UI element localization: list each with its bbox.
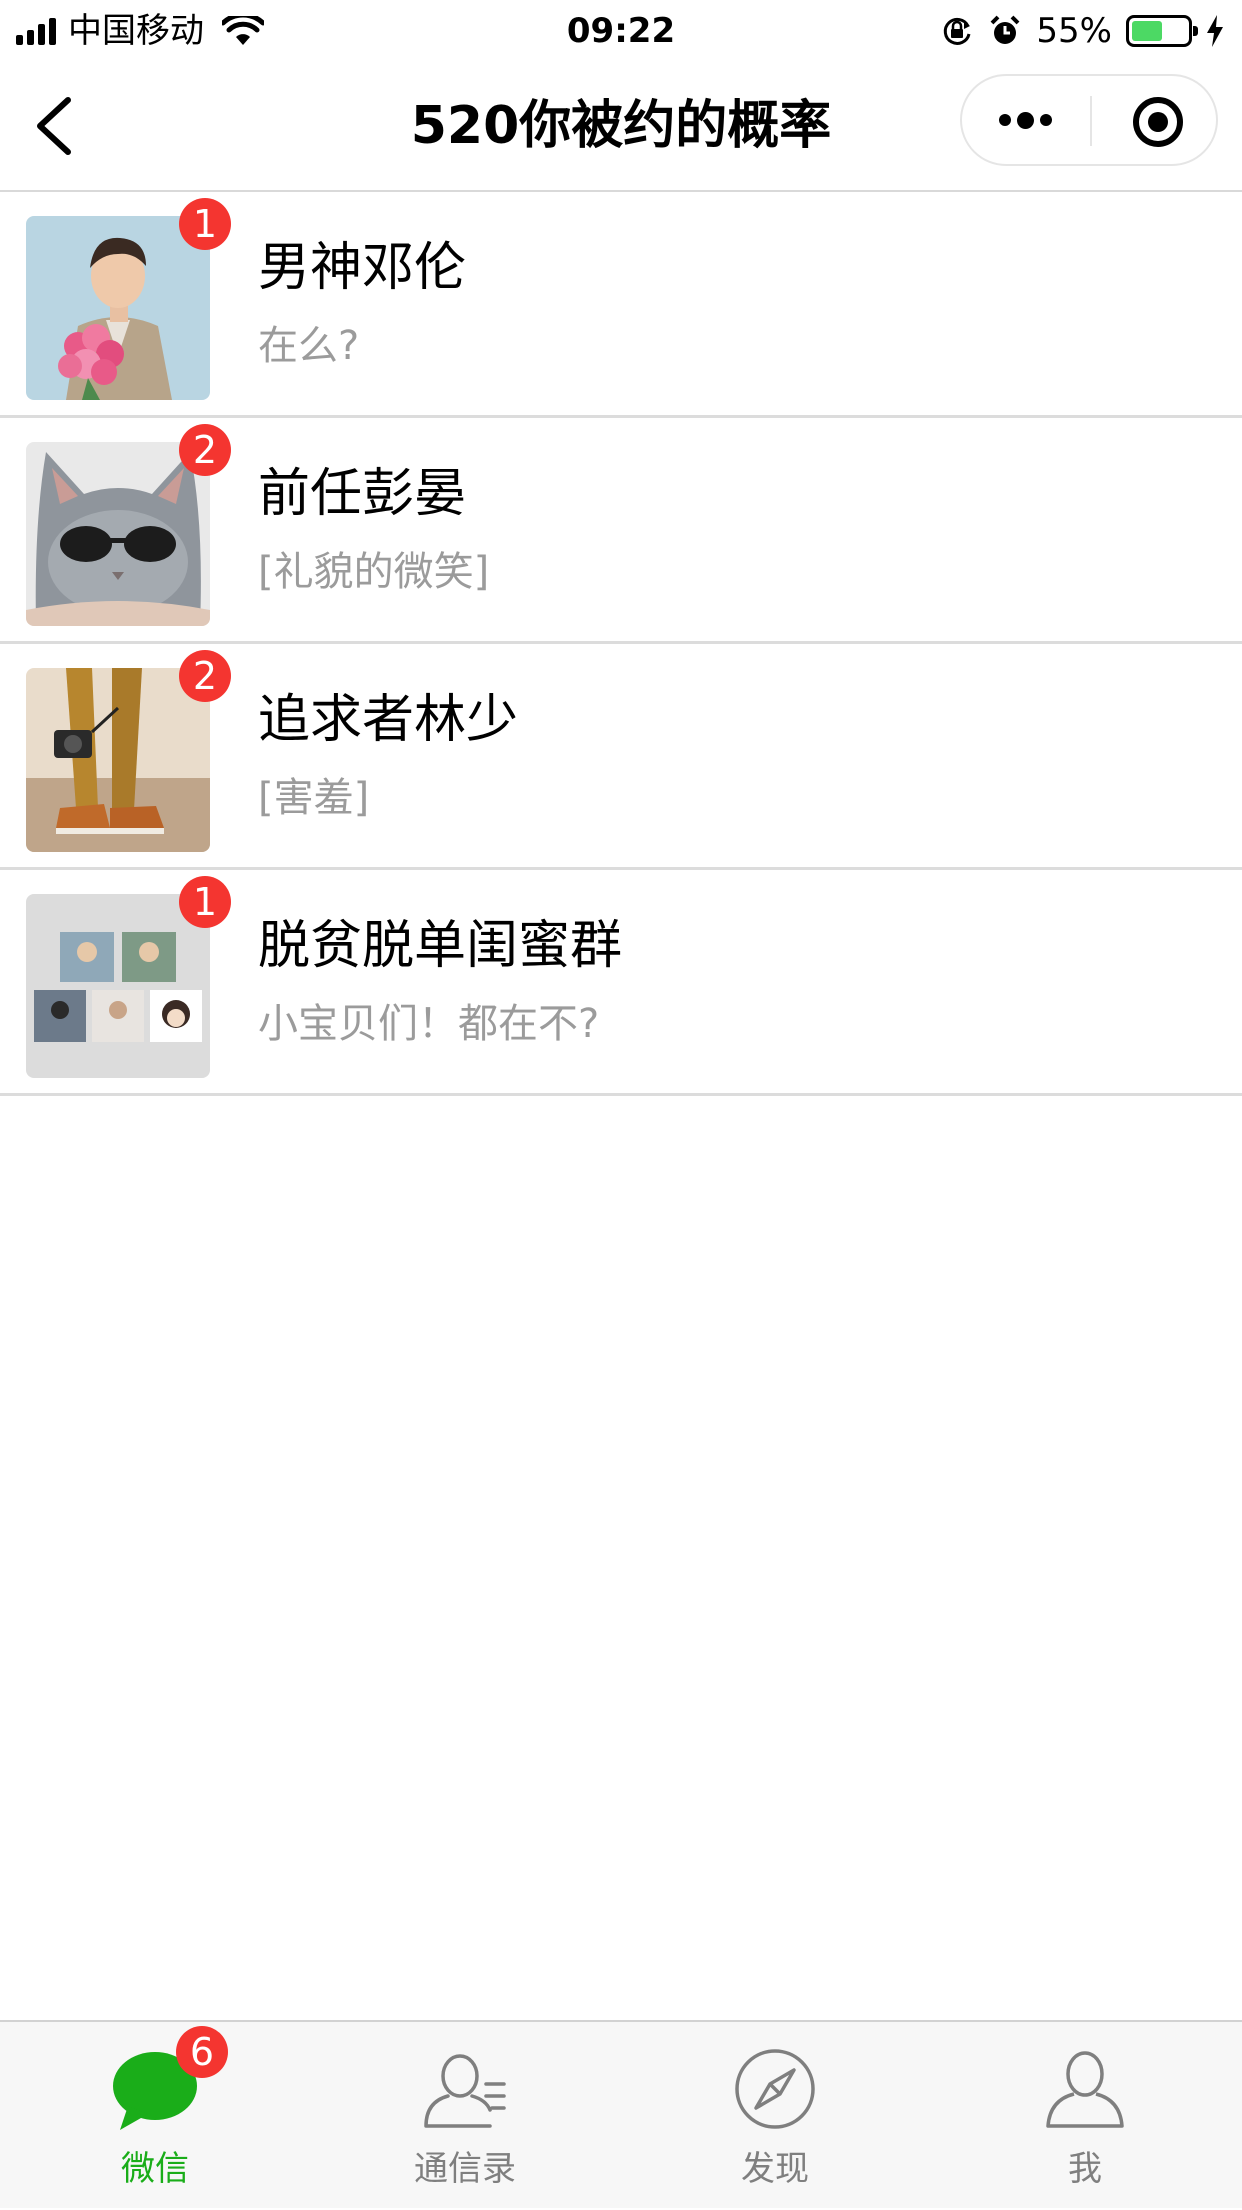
avatar (26, 668, 210, 852)
chat-preview: 在么? (258, 323, 360, 369)
alarm-icon (991, 15, 1020, 44)
tab-label: 微信 (121, 2149, 189, 2189)
tab-bar: 6 微信 通信录 发现 我 (0, 2020, 1242, 2208)
battery-percent: 55% (1036, 11, 1112, 51)
capsule-divider (1090, 96, 1092, 146)
chat-item[interactable]: 1 男神邓伦 在么? (0, 192, 1242, 418)
chat-preview: [害羞] (258, 775, 370, 821)
tab-me[interactable]: 我 (930, 2022, 1240, 2210)
unread-badge: 2 (179, 650, 231, 702)
avatar (26, 894, 210, 1078)
battery-icon (1126, 15, 1198, 47)
orientation-lock-icon (944, 17, 971, 45)
status-bar: 中国移动 09:22 55% (0, 0, 1242, 62)
tab-contacts[interactable]: 通信录 (310, 2022, 620, 2210)
chat-name: 脱贫脱单闺蜜群 (258, 916, 623, 976)
chat-preview: 小宝贝们！都在不? (258, 1001, 600, 1047)
chat-preview: [礼貌的微笑] (258, 549, 490, 595)
close-miniprogram-button[interactable] (1130, 94, 1186, 150)
charging-icon (1207, 15, 1223, 47)
unread-badge: 2 (179, 424, 231, 476)
tab-discover[interactable]: 发现 (620, 2022, 930, 2210)
compass-icon (735, 2049, 815, 2129)
miniprogram-capsule (960, 74, 1218, 166)
tab-label: 发现 (741, 2149, 809, 2189)
tab-label: 我 (1068, 2149, 1102, 2189)
chat-name: 前任彭晏 (258, 464, 467, 524)
chat-item[interactable]: 2 前任彭晏 [礼貌的微笑] (0, 418, 1242, 644)
chat-list: 1 男神邓伦 在么? 2 前任彭晏 [礼貌的微笑] 2 追求者林少 [害羞] 1… (0, 192, 1242, 1096)
unread-badge: 6 (176, 2026, 228, 2078)
tab-label: 通信录 (414, 2149, 516, 2189)
chat-name: 追求者林少 (258, 690, 519, 750)
more-button[interactable] (992, 94, 1058, 146)
person-icon (1046, 2051, 1124, 2128)
unread-badge: 1 (179, 876, 231, 928)
chat-item[interactable]: 2 追求者林少 [害羞] (0, 644, 1242, 870)
contacts-icon (424, 2054, 506, 2128)
nav-bar: 520你被约的概率 (0, 62, 1242, 192)
avatar (26, 216, 210, 400)
tab-chats[interactable]: 6 微信 (0, 2022, 310, 2210)
avatar (26, 442, 210, 626)
unread-badge: 1 (179, 198, 231, 250)
chat-name: 男神邓伦 (258, 238, 467, 298)
chat-item[interactable]: 1 脱贫脱单闺蜜群 小宝贝们！都在不? (0, 870, 1242, 1096)
